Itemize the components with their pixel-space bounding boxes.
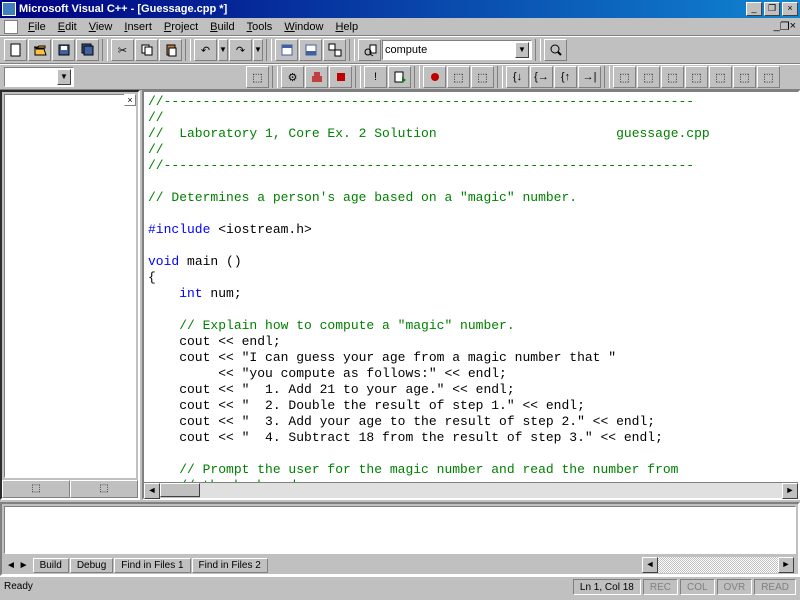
scroll-thumb[interactable] xyxy=(160,483,200,497)
status-col: COL xyxy=(680,579,715,595)
standard-toolbar: ✂ ↶ ▼ ↷ ▼ compute ▼ xyxy=(0,36,800,64)
chevron-down-icon[interactable]: ▼ xyxy=(515,42,529,58)
step-over-button[interactable]: {→ xyxy=(530,66,553,88)
workspace-panel: × ⬚ ⬚ xyxy=(0,90,140,500)
mdi-restore-button[interactable]: ❐ xyxy=(780,20,790,33)
workspace-tree[interactable] xyxy=(4,94,136,478)
run-to-cursor-button[interactable]: →| xyxy=(578,66,601,88)
out-scroll-left[interactable]: ◄ xyxy=(642,557,658,573)
save-button[interactable] xyxy=(52,39,75,61)
fileview-tab[interactable]: ⬚ xyxy=(70,480,138,498)
chevron-down-icon[interactable]: ▼ xyxy=(57,69,71,85)
find-in-files-button[interactable] xyxy=(358,39,381,61)
title-bar: Microsoft Visual C++ - [Guessage.cpp *] … xyxy=(0,0,800,18)
tb-btn-2[interactable]: ⬚ xyxy=(447,66,470,88)
menu-view[interactable]: View xyxy=(83,19,119,35)
open-button[interactable] xyxy=(28,39,51,61)
editor-pane: //--------------------------------------… xyxy=(142,90,800,500)
save-all-button[interactable] xyxy=(76,39,99,61)
menu-project[interactable]: Project xyxy=(158,19,204,35)
build-toolbar: ▼ ⬚ ⚙ ! ⬚ ⬚ {↓ {→ {↑ →| ⬚ ⬚ ⬚ ⬚ ⬚ ⬚ ⬚ xyxy=(0,64,800,90)
tb-btn-7[interactable]: ⬚ xyxy=(685,66,708,88)
tab-find2[interactable]: Find in Files 2 xyxy=(192,558,268,573)
tb-btn-10[interactable]: ⬚ xyxy=(757,66,780,88)
output-text[interactable] xyxy=(4,506,796,554)
tb-btn-9[interactable]: ⬚ xyxy=(733,66,756,88)
tab-build[interactable]: Build xyxy=(33,558,69,573)
out-scroll-right[interactable]: ► xyxy=(778,557,794,573)
redo-drop[interactable]: ▼ xyxy=(253,39,263,61)
redo-button[interactable]: ↷ xyxy=(229,39,252,61)
menu-insert[interactable]: Insert xyxy=(118,19,158,35)
find-button[interactable] xyxy=(544,39,567,61)
menu-tools[interactable]: Tools xyxy=(241,19,279,35)
code-editor[interactable]: //--------------------------------------… xyxy=(144,92,798,482)
app-icon xyxy=(2,2,16,16)
status-read: READ xyxy=(754,579,796,595)
status-rec: REC xyxy=(643,579,678,595)
panel-close-button[interactable]: × xyxy=(124,94,136,106)
scroll-left-icon[interactable]: ◄ xyxy=(144,483,160,499)
workspace: × ⬚ ⬚ //--------------------------------… xyxy=(0,90,800,500)
tb-btn-3[interactable]: ⬚ xyxy=(471,66,494,88)
undo-drop[interactable]: ▼ xyxy=(218,39,228,61)
menu-bar: File Edit View Insert Project Build Tool… xyxy=(0,18,800,36)
menu-help[interactable]: Help xyxy=(329,19,364,35)
menu-file[interactable]: File xyxy=(22,19,52,35)
find-combo[interactable]: compute ▼ xyxy=(382,40,532,60)
find-combo-text: compute xyxy=(385,44,427,56)
step-out-button[interactable]: {↑ xyxy=(554,66,577,88)
tb-btn-5[interactable]: ⬚ xyxy=(637,66,660,88)
paste-button[interactable] xyxy=(159,39,182,61)
doc-icon[interactable] xyxy=(4,20,18,34)
workspace-button[interactable] xyxy=(275,39,298,61)
tb-btn-8[interactable]: ⬚ xyxy=(709,66,732,88)
status-bar: Ready Ln 1, Col 18 REC COL OVR READ xyxy=(0,576,800,596)
status-ovr: OVR xyxy=(717,579,753,595)
stop-build-button[interactable] xyxy=(329,66,352,88)
scroll-right-icon[interactable]: ► xyxy=(782,483,798,499)
menu-build[interactable]: Build xyxy=(204,19,240,35)
window-title: Microsoft Visual C++ - [Guessage.cpp *] xyxy=(19,3,744,15)
tb-btn-4[interactable]: ⬚ xyxy=(613,66,636,88)
close-button[interactable]: × xyxy=(782,2,798,16)
window-list-button[interactable] xyxy=(323,39,346,61)
undo-button[interactable]: ↶ xyxy=(194,39,217,61)
status-pos: Ln 1, Col 18 xyxy=(573,579,641,595)
mdi-close-button[interactable]: × xyxy=(790,20,796,33)
output-panel: ◄ ► Build Debug Find in Files 1 Find in … xyxy=(0,502,800,576)
cut-button[interactable]: ✂ xyxy=(111,39,134,61)
go-button[interactable]: ! xyxy=(364,66,387,88)
editor-hscroll[interactable]: ◄ ► xyxy=(144,482,798,498)
maximize-button[interactable]: ❐ xyxy=(764,2,780,16)
output-button[interactable] xyxy=(299,39,322,61)
classview-tab[interactable]: ⬚ xyxy=(2,480,70,498)
compile-button[interactable]: ⚙ xyxy=(281,66,304,88)
menu-window[interactable]: Window xyxy=(278,19,329,35)
breakpoint-button[interactable] xyxy=(423,66,446,88)
build-button[interactable] xyxy=(305,66,328,88)
status-ready: Ready xyxy=(4,581,33,592)
menu-edit[interactable]: Edit xyxy=(52,19,83,35)
new-text-button[interactable] xyxy=(4,39,27,61)
tb-btn-6[interactable]: ⬚ xyxy=(661,66,684,88)
tb-btn-1[interactable]: ⬚ xyxy=(246,66,269,88)
tab-debug[interactable]: Debug xyxy=(70,558,113,573)
copy-button[interactable] xyxy=(135,39,158,61)
tab-find1[interactable]: Find in Files 1 xyxy=(114,558,190,573)
config-combo[interactable]: ▼ xyxy=(4,67,74,87)
step-into-button[interactable]: {↓ xyxy=(506,66,529,88)
minimize-button[interactable]: _ xyxy=(746,2,762,16)
output-tabs: ◄ ► Build Debug Find in Files 1 Find in … xyxy=(2,556,798,574)
execute-button[interactable] xyxy=(388,66,411,88)
